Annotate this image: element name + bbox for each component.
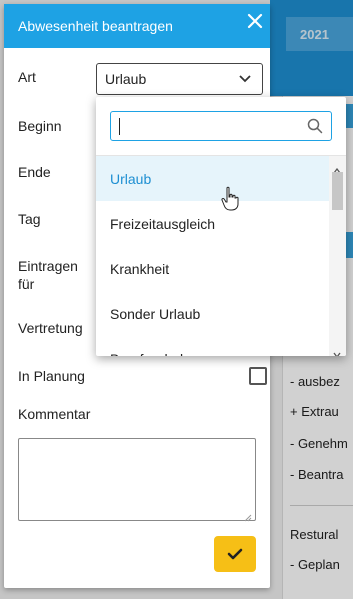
eintragen-label-line2: für bbox=[18, 276, 35, 292]
kommentar-label: Kommentar bbox=[18, 406, 91, 422]
search-icon bbox=[307, 118, 323, 134]
eintragen-label-line1: Eintragen bbox=[18, 258, 78, 274]
dropdown-scrollbar[interactable] bbox=[329, 156, 346, 356]
vertretung-label: Vertretung bbox=[18, 320, 83, 336]
in-planung-label: In Planung bbox=[18, 368, 85, 384]
hand-pointer-icon bbox=[221, 186, 239, 212]
chevron-down-icon bbox=[238, 72, 252, 86]
art-label: Art bbox=[18, 69, 36, 85]
check-icon bbox=[227, 548, 243, 560]
scrollbar-thumb[interactable] bbox=[332, 172, 343, 210]
art-select-value: Urlaub bbox=[105, 71, 147, 87]
dialog-header: Abwesenheit beantragen bbox=[4, 4, 270, 48]
confirm-button[interactable] bbox=[214, 536, 256, 572]
in-planung-checkbox[interactable] bbox=[249, 367, 267, 385]
dropdown-search-input[interactable] bbox=[110, 111, 332, 141]
art-select[interactable]: Urlaub bbox=[96, 63, 263, 95]
tag-label: Tag bbox=[18, 211, 41, 227]
option-sonder-urlaub[interactable]: Sonder Urlaub bbox=[96, 291, 329, 336]
option-krankheit[interactable]: Krankheit bbox=[96, 246, 329, 291]
option-urlaub[interactable]: Urlaub bbox=[96, 156, 329, 201]
resize-grip-icon[interactable] bbox=[244, 509, 252, 522]
ende-label: Ende bbox=[18, 164, 51, 180]
scroll-down-icon[interactable] bbox=[333, 345, 341, 356]
dropdown-option-list: Urlaub Freizeitausgleich Krankheit Sonde… bbox=[96, 156, 329, 356]
option-freizeitausgleich[interactable]: Freizeitausgleich bbox=[96, 201, 329, 246]
option-berufsschule[interactable]: Berufsschule bbox=[96, 336, 329, 357]
beginn-label: Beginn bbox=[18, 118, 62, 134]
kommentar-textarea[interactable] bbox=[18, 438, 256, 522]
art-dropdown-menu: Urlaub Freizeitausgleich Krankheit Sonde… bbox=[96, 97, 346, 356]
dialog-title: Abwesenheit beantragen bbox=[18, 18, 173, 34]
scroll-up-icon[interactable] bbox=[333, 161, 341, 174]
text-caret bbox=[119, 118, 120, 135]
close-icon[interactable] bbox=[244, 10, 266, 32]
